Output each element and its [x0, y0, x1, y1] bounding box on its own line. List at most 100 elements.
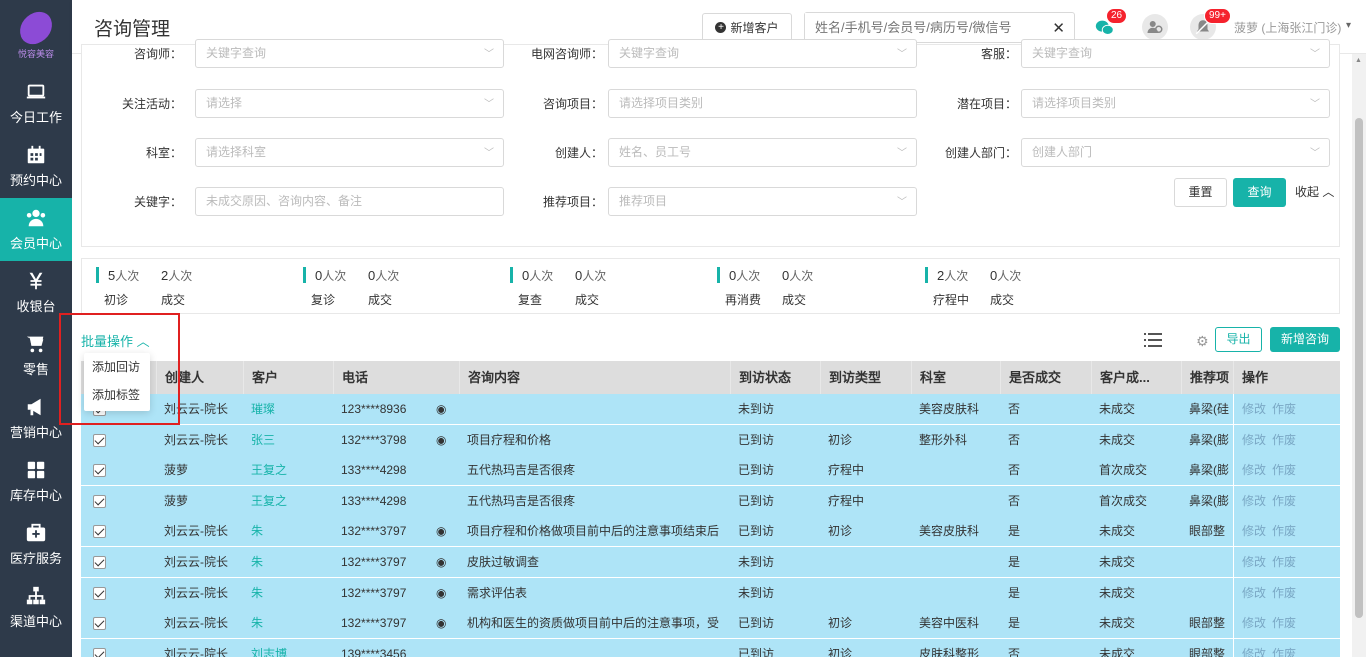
consult-project-select[interactable]: 请选择项目类别: [608, 89, 917, 118]
edit-link[interactable]: 修改: [1242, 586, 1266, 600]
edit-link[interactable]: 修改: [1242, 494, 1266, 508]
query-button[interactable]: 查询: [1233, 178, 1286, 207]
table-row[interactable]: 刘云云-院长 朱 132****3797 皮肤过敏调查 未到访 是 未成交 ◉ 修改 作废: [81, 547, 1340, 578]
sidebar-item-inventory[interactable]: 库存中心: [0, 450, 72, 513]
eye-icon[interactable]: ◉: [436, 608, 446, 638]
search-input[interactable]: [805, 13, 1045, 42]
column-header[interactable]: 是否成交: [1000, 361, 1091, 394]
table-row[interactable]: 刘云云-院长 刘志博 139****3456 已到访 初诊 皮肤科整形否未成交 眼部整 修改作…: [81, 638, 1340, 657]
contacts-button[interactable]: [1142, 14, 1168, 40]
row-checkbox[interactable]: [93, 464, 106, 478]
void-link[interactable]: 作废: [1272, 647, 1296, 657]
edit-link[interactable]: 修改: [1242, 433, 1266, 447]
column-header[interactable]: 科室: [911, 361, 1000, 394]
list-view-icon[interactable]: [1144, 332, 1162, 348]
cell-customer[interactable]: 璀璨: [243, 394, 333, 424]
cell-customer[interactable]: 张三: [243, 425, 333, 455]
recommend-project-select[interactable]: 推荐项目 ﹀: [608, 187, 917, 216]
add-tag-item[interactable]: 添加标签: [84, 381, 150, 409]
column-header[interactable]: 到访状态: [730, 361, 820, 394]
row-checkbox[interactable]: [93, 647, 106, 657]
column-header[interactable]: 电话: [333, 361, 459, 394]
scroll-up-icon[interactable]: ▲: [1355, 57, 1362, 64]
keyword-input[interactable]: 未成交原因、咨询内容、备注: [195, 187, 504, 216]
online-consultant-select[interactable]: 关键字查询 ﹀: [608, 39, 917, 68]
edit-link[interactable]: 修改: [1242, 463, 1266, 477]
edit-link[interactable]: 修改: [1242, 524, 1266, 538]
creator-dept-select[interactable]: 创建人部门 ﹀: [1021, 138, 1330, 167]
gear-icon[interactable]: ⚙: [1196, 333, 1209, 350]
reset-button[interactable]: 重置: [1174, 178, 1227, 207]
void-link[interactable]: 作废: [1272, 586, 1296, 600]
sidebar-item-today[interactable]: 今日工作: [0, 72, 72, 135]
row-checkbox[interactable]: [93, 617, 106, 631]
eye-icon[interactable]: ◉: [436, 516, 446, 546]
chevron-down-icon[interactable]: ▾: [1346, 20, 1351, 31]
activity-select[interactable]: 请选择 ﹀: [195, 89, 504, 118]
cell-customer[interactable]: 刘志博: [243, 639, 333, 657]
scrollbar-thumb[interactable]: [1355, 118, 1363, 618]
add-consultation-button[interactable]: 新增咨询: [1270, 327, 1340, 352]
cell-customer[interactable]: 王复之: [243, 486, 333, 516]
cell-customer[interactable]: 王复之: [243, 455, 333, 485]
column-header[interactable]: 客户: [243, 361, 333, 394]
cell-customer[interactable]: 朱: [243, 608, 333, 638]
export-button[interactable]: 导出: [1215, 327, 1262, 352]
table-row[interactable]: 菠萝 王复之 133****4298 五代热玛吉是否很疼 已到访 疗程中 否 首次成交 鼻梁(膨…: [81, 455, 1340, 487]
collapse-button[interactable]: 收起 ︿: [1295, 178, 1334, 207]
table-row[interactable]: 刘云云-院长朱 132****3797 机构和医生的资质做项目前中后的注意事项，受 已…: [81, 608, 1340, 640]
void-link[interactable]: 作废: [1272, 555, 1296, 569]
edit-link[interactable]: 修改: [1242, 647, 1266, 657]
sidebar-item-retail[interactable]: 零售: [0, 324, 72, 387]
column-header[interactable]: 创建人: [156, 361, 243, 394]
row-checkbox[interactable]: [93, 525, 106, 539]
void-link[interactable]: 作废: [1272, 463, 1296, 477]
table-row[interactable]: 刘云云-院长朱 132****3797 需求评估表 未到访 是 未成交 ◉ 修改 作废: [81, 577, 1340, 609]
row-checkbox[interactable]: [93, 433, 106, 447]
column-header[interactable]: 推荐项: [1181, 361, 1233, 394]
eye-icon[interactable]: ◉: [436, 578, 446, 608]
edit-link[interactable]: 修改: [1242, 402, 1266, 416]
cell-customer[interactable]: 朱: [243, 516, 333, 546]
cell-customer[interactable]: 朱: [243, 578, 333, 608]
row-checkbox[interactable]: [93, 494, 106, 508]
close-icon[interactable]: ✕: [1052, 19, 1065, 37]
table-row[interactable]: 刘云云-院长朱 132****3797 项目疗程和价格做项目前中后的注意事项结束后 已…: [81, 516, 1340, 548]
potential-project-select[interactable]: 请选择项目类别 ﹀: [1021, 89, 1330, 118]
user-name[interactable]: 菠萝 (上海张江门诊): [1234, 19, 1341, 36]
department-select[interactable]: 请选择科室 ﹀: [195, 138, 504, 167]
sidebar-item-marketing[interactable]: 营销中心: [0, 387, 72, 450]
table-row[interactable]: 菠萝 王复之 133****4298 五代热玛吉是否很疼 已到访 疗程中 否 首次成交 鼻梁(膨…: [81, 485, 1340, 517]
sidebar-item-channel[interactable]: 渠道中心: [0, 576, 72, 639]
sidebar-item-members[interactable]: 会员中心: [0, 198, 72, 261]
row-checkbox[interactable]: [93, 556, 106, 569]
eye-icon[interactable]: ◉: [436, 394, 446, 424]
add-followup-item[interactable]: 添加回访: [84, 353, 150, 381]
edit-link[interactable]: 修改: [1242, 555, 1266, 569]
void-link[interactable]: 作废: [1272, 524, 1296, 538]
void-link[interactable]: 作废: [1272, 433, 1296, 447]
sidebar-item-booking[interactable]: 预约中心: [0, 135, 72, 198]
cell-customer[interactable]: 朱: [243, 547, 333, 577]
eye-icon[interactable]: ◉: [436, 425, 446, 455]
column-header[interactable]: 到访类型: [820, 361, 911, 394]
service-select[interactable]: 关键字查询 ﹀: [1021, 39, 1330, 68]
scrollbar[interactable]: ▲: [1352, 54, 1366, 657]
table-row[interactable]: 刘云云-院长 张三 132****3798 项目疗程和价格 已到访 初诊 整形外科 否 未成交 鼻…: [81, 424, 1340, 456]
batch-operation-button[interactable]: 批量操作 ︿: [81, 331, 150, 350]
void-link[interactable]: 作废: [1272, 616, 1296, 630]
sidebar-item-medical[interactable]: 医疗服务: [0, 513, 72, 576]
row-checkbox[interactable]: [93, 586, 106, 600]
edit-link[interactable]: 修改: [1242, 616, 1266, 630]
column-header[interactable]: 客户成...: [1091, 361, 1181, 394]
sidebar-item-cashier[interactable]: 收银台: [0, 261, 72, 324]
notification-button[interactable]: 99+: [1190, 8, 1231, 40]
chat-button[interactable]: 26: [1092, 8, 1128, 40]
void-link[interactable]: 作废: [1272, 494, 1296, 508]
void-link[interactable]: 作废: [1272, 402, 1296, 416]
table-row[interactable]: 刘云云-院长 璀璨 123****8936 未到访 美容皮肤科 否 未成交 鼻梁(硅 ◉ 修改 作废: [81, 394, 1340, 425]
consultant-select[interactable]: 关键字查询 ﹀: [195, 39, 504, 68]
creator-select[interactable]: 姓名、员工号 ﹀: [608, 138, 917, 167]
new-customer-button[interactable]: + 新增客户: [702, 13, 792, 42]
eye-icon[interactable]: ◉: [436, 547, 446, 577]
